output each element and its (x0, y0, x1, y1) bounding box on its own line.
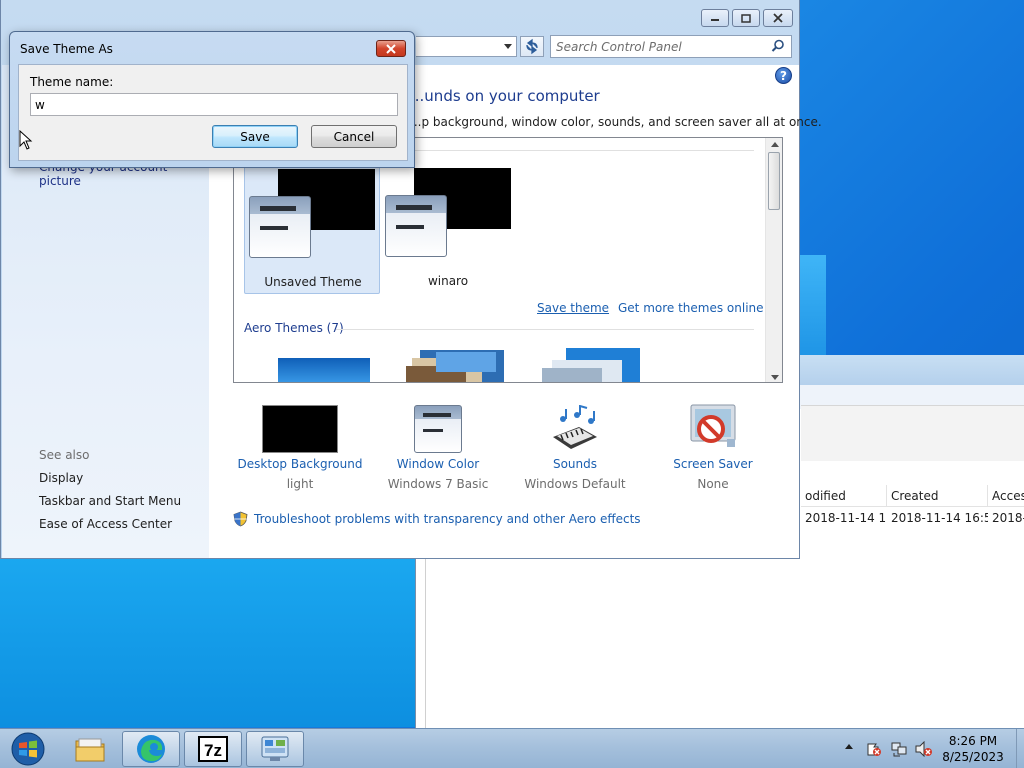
cell-accessed: 2018-1 (992, 511, 1024, 525)
system-clock[interactable]: 8:26 PM 8/25/2023 (936, 733, 1010, 765)
show-desktop-button[interactable] (1016, 729, 1024, 768)
desktop-background-setting[interactable]: Desktop Background light (235, 403, 365, 491)
save-button[interactable]: Save (212, 125, 298, 148)
sounds-value: Windows Default (524, 477, 626, 491)
desktop-background-icon (262, 405, 338, 453)
troubleshoot-text[interactable]: Troubleshoot problems with transparency … (254, 512, 641, 526)
show-hidden-icons-icon[interactable] (845, 744, 853, 749)
taskbar-edge[interactable] (122, 731, 180, 767)
taskbar-file-explorer[interactable] (61, 731, 119, 767)
see-also-heading: See also (39, 448, 90, 462)
window-preview-icon (385, 195, 447, 257)
column-created[interactable]: Created (887, 485, 988, 507)
aero-theme-architecture-icon[interactable] (406, 348, 504, 383)
get-more-themes-link[interactable]: Get more themes online (618, 301, 764, 315)
desktop-background-label[interactable]: Desktop Background (235, 457, 365, 471)
network-icon[interactable] (891, 741, 909, 757)
caption-buttons (701, 9, 793, 27)
explorer-ribbon (801, 405, 1024, 461)
help-icon[interactable]: ? (775, 67, 792, 84)
action-center-icon[interactable] (866, 741, 882, 757)
screen-saver-icon (690, 404, 736, 447)
maximize-button[interactable] (732, 9, 760, 27)
start-button[interactable] (8, 731, 48, 767)
clock-time: 8:26 PM (948, 734, 998, 748)
column-modified[interactable]: odified (801, 485, 887, 507)
cancel-button[interactable]: Cancel (311, 125, 397, 148)
theme-name-input[interactable] (30, 93, 398, 116)
sounds-icon (553, 405, 597, 449)
scroll-up-icon[interactable] (771, 142, 779, 147)
save-theme-link[interactable]: Save theme (537, 301, 609, 315)
file-explorer-icon (75, 738, 105, 762)
theme-name: Unsaved Theme (264, 275, 362, 289)
sounds-label[interactable]: Sounds (510, 457, 640, 471)
clock-date: 8/25/2023 (942, 750, 1004, 764)
search-input[interactable] (556, 39, 761, 55)
scroll-down-icon[interactable] (771, 375, 779, 380)
taskbar-control-panel[interactable] (246, 731, 304, 767)
aero-divider (336, 329, 754, 330)
minimize-icon (711, 19, 719, 21)
troubleshoot-link[interactable]: Troubleshoot problems with transparency … (233, 511, 641, 527)
mouse-cursor-icon (19, 130, 33, 150)
desktop-wallpaper-light (0, 555, 420, 727)
window-color-value: Windows 7 Basic (387, 477, 489, 491)
address-dropdown-icon[interactable] (504, 44, 512, 49)
svg-text:7z: 7z (204, 741, 222, 760)
scroll-thumb[interactable] (768, 152, 780, 210)
desktop-wallpaper-shard (800, 255, 826, 355)
dialog-title: Save Theme As (20, 42, 113, 56)
window-color-setting[interactable]: Window Color Windows 7 Basic (373, 403, 503, 491)
gallery-scrollbar[interactable] (765, 138, 782, 382)
ease-of-access-link[interactable]: Ease of Access Center (39, 517, 172, 531)
theme-tile-unsaved[interactable]: Unsaved Theme (244, 162, 380, 294)
theme-name-label: Theme name: (30, 75, 114, 89)
close-button[interactable] (763, 9, 793, 27)
search-icon[interactable] (771, 39, 785, 53)
minimize-button[interactable] (701, 9, 729, 27)
windows-start-icon (11, 732, 45, 766)
volume-muted-icon[interactable] (915, 741, 933, 757)
aero-themes-heading: Aero Themes (7) (244, 321, 344, 335)
control-panel-icon (261, 736, 289, 761)
taskbar: 7z 8:26 PM 8/25/2023 (0, 728, 1024, 768)
screen-saver-setting[interactable]: Screen Saver None (648, 403, 778, 491)
theme-gallery[interactable]: Unsaved Theme winaro Save theme Get more… (233, 137, 783, 383)
window-preview-icon (249, 196, 311, 258)
theme-name: winaro (427, 274, 469, 288)
page-title: ...unds on your computer (410, 87, 600, 105)
desktop-background-value: light (286, 477, 314, 491)
page-subtitle: ...p background, window color, sounds, a… (410, 115, 822, 129)
save-theme-dialog[interactable]: Save Theme As Theme name: Save Cancel (9, 31, 415, 168)
screen-saver-label[interactable]: Screen Saver (648, 457, 778, 471)
refresh-button[interactable] (520, 36, 544, 57)
window-color-icon (414, 405, 462, 453)
refresh-icon (526, 38, 538, 55)
7zip-icon: 7z (198, 736, 228, 762)
close-icon (386, 43, 396, 54)
shield-icon (233, 511, 248, 527)
window-color-label[interactable]: Window Color (373, 457, 503, 471)
aero-theme-characters-icon[interactable] (542, 348, 640, 383)
edge-icon (137, 735, 165, 763)
close-icon (773, 13, 783, 23)
dialog-body: Theme name: Save Cancel (18, 64, 408, 161)
cell-created: 2018-11-14 16:57 (891, 511, 988, 525)
search-box[interactable] (550, 35, 792, 58)
maximize-icon (741, 13, 751, 23)
dialog-close-button[interactable] (376, 40, 406, 57)
cell-modified: 2018-11-14 16:57 (805, 511, 887, 525)
explorer-column-headers: odified Created Access (801, 485, 1024, 507)
address-bar[interactable] (416, 36, 517, 57)
taskbar-start-menu-link[interactable]: Taskbar and Start Menu (39, 494, 181, 508)
taskbar-7zip[interactable]: 7z (184, 731, 242, 767)
sounds-setting[interactable]: Sounds Windows Default (510, 403, 640, 491)
theme-tile-winaro[interactable]: winaro (380, 162, 516, 294)
column-accessed[interactable]: Access (988, 485, 1024, 507)
screen-saver-value: None (697, 477, 729, 491)
display-link[interactable]: Display (39, 471, 83, 485)
aero-theme-windows-icon[interactable] (278, 348, 372, 383)
table-row[interactable]: 2018-11-14 16:57 2018-11-14 16:57 2018-1 (801, 508, 1024, 528)
